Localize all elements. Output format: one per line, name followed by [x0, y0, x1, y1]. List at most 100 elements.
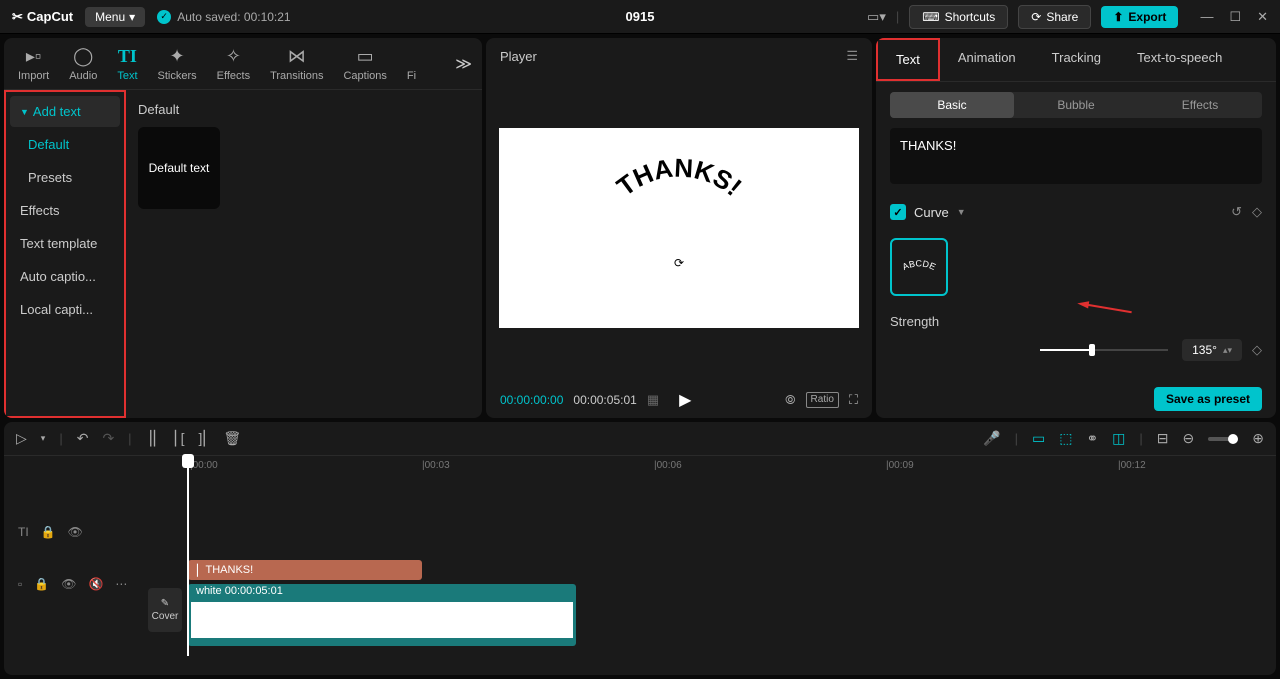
- timeline-ruler[interactable]: |00:00 |00:03 |00:06 |00:09 |00:12: [4, 456, 1276, 478]
- minimize-icon[interactable]: —: [1200, 9, 1213, 25]
- sub-tab-effects[interactable]: Effects: [1138, 92, 1262, 118]
- sidebar-auto-captions[interactable]: Auto captio...: [10, 261, 120, 292]
- more-icon[interactable]: ⋯: [115, 577, 127, 591]
- audio-icon: ◯: [73, 46, 93, 68]
- slider-thumb[interactable]: [1089, 344, 1095, 356]
- keyframe-icon[interactable]: ◇: [1252, 342, 1262, 358]
- eye-icon[interactable]: 👁: [61, 577, 76, 591]
- sidebar-presets[interactable]: Presets: [10, 162, 120, 193]
- shortcuts-button[interactable]: ⌨Shortcuts: [909, 5, 1008, 29]
- chevron-down-icon[interactable]: ▼: [957, 207, 966, 217]
- prop-tab-text[interactable]: Text: [876, 38, 940, 81]
- sub-tab-bubble[interactable]: Bubble: [1014, 92, 1138, 118]
- cover-button[interactable]: ✎ Cover: [148, 588, 182, 632]
- layout-icon[interactable]: ▭▾: [867, 9, 886, 25]
- sidebar-effects[interactable]: Effects: [10, 195, 120, 226]
- tab-transitions[interactable]: ⋈Transitions: [260, 40, 333, 88]
- sidebar-local-captions[interactable]: Local capti...: [10, 294, 120, 325]
- curve-label: Curve: [914, 205, 949, 220]
- eye-icon[interactable]: 👁: [68, 525, 83, 539]
- tab-captions[interactable]: ▭Captions: [333, 40, 396, 88]
- stickers-icon: ✦: [170, 46, 185, 68]
- preview-icon[interactable]: ◫: [1112, 430, 1125, 447]
- tab-audio[interactable]: ◯Audio: [59, 40, 107, 88]
- autosave-status: ✓ Auto saved: 00:10:21: [157, 10, 290, 24]
- delete-tool[interactable]: 🗑: [223, 430, 241, 447]
- prop-tab-animation[interactable]: Animation: [940, 38, 1034, 81]
- split-left-tool[interactable]: ⎢[: [174, 430, 185, 447]
- app-logo: ✂CapCut: [12, 9, 73, 25]
- save-preset-button[interactable]: Save as preset: [1154, 387, 1262, 411]
- zoom-slider[interactable]: [1208, 437, 1238, 441]
- video-track-icon: ▫: [18, 577, 22, 591]
- ratio-button[interactable]: Ratio: [806, 392, 839, 408]
- sub-tab-basic[interactable]: Basic: [890, 92, 1014, 118]
- tab-filters[interactable]: Fi: [397, 40, 426, 88]
- prop-tab-tts[interactable]: Text-to-speech: [1119, 38, 1240, 81]
- snap-icon[interactable]: ⬚: [1059, 430, 1072, 447]
- library-header: Default: [138, 102, 470, 117]
- menu-button[interactable]: Menu▾: [85, 7, 145, 27]
- zoom-out-icon[interactable]: ⊟: [1157, 430, 1169, 447]
- text-icon: TI: [118, 46, 137, 68]
- tab-effects[interactable]: ✧Effects: [207, 40, 260, 88]
- player-canvas[interactable]: THANKS! ⟳: [499, 128, 859, 328]
- pointer-tool[interactable]: ▷: [16, 430, 27, 447]
- dropdown-icon[interactable]: ▾: [41, 433, 46, 444]
- effects-icon: ✧: [226, 46, 241, 68]
- sidebar-text-template[interactable]: Text template: [10, 228, 120, 259]
- tab-text[interactable]: TIText: [107, 40, 147, 88]
- mic-icon[interactable]: 🎤: [983, 430, 1000, 447]
- zoom-plus-icon[interactable]: ⊕: [1252, 430, 1264, 447]
- curve-style-preview[interactable]: ABCDE: [890, 238, 948, 296]
- timeline-video-clip[interactable]: white 00:00:05:01: [188, 584, 576, 646]
- angle-input[interactable]: 135°▴▾: [1182, 339, 1242, 361]
- hamburger-icon[interactable]: ☰: [846, 48, 858, 64]
- maximize-icon[interactable]: ☐: [1229, 9, 1241, 25]
- timecode-current: 00:00:00:00: [500, 393, 563, 407]
- stepper-icon[interactable]: ▴▾: [1223, 345, 1232, 356]
- magnetic-icon[interactable]: ▭: [1032, 430, 1045, 447]
- timeline-text-clip[interactable]: ⎢THANKS!: [188, 560, 422, 580]
- split-tool[interactable]: ⎥⎢: [146, 430, 160, 447]
- transitions-icon: ⋈: [288, 46, 306, 68]
- prop-tab-tracking[interactable]: Tracking: [1034, 38, 1119, 81]
- grid-icon[interactable]: ▦: [647, 392, 659, 408]
- import-icon: ▸▫: [26, 46, 41, 68]
- zoom-minus-icon[interactable]: ⊖: [1183, 430, 1195, 447]
- undo-icon[interactable]: ↺: [1231, 204, 1242, 220]
- tab-stickers[interactable]: ✦Stickers: [148, 40, 207, 88]
- focus-icon[interactable]: ⦾: [785, 392, 795, 408]
- sidebar-default[interactable]: Default: [10, 129, 120, 160]
- pencil-icon: ✎: [161, 598, 169, 609]
- library-default-text[interactable]: Default text: [138, 127, 220, 209]
- rotate-handle-icon[interactable]: ⟳: [674, 256, 684, 270]
- tabs-overflow-icon[interactable]: ≫: [449, 54, 478, 74]
- chevron-down-icon: ▾: [129, 10, 135, 24]
- curve-checkbox[interactable]: ✓: [890, 204, 906, 220]
- fullscreen-icon[interactable]: ⛶: [849, 392, 858, 408]
- playhead[interactable]: [187, 456, 189, 656]
- check-icon: ✓: [157, 10, 171, 24]
- redo-button[interactable]: ↷: [102, 430, 114, 447]
- export-button[interactable]: ⬆Export: [1101, 6, 1178, 28]
- project-title[interactable]: 0915: [626, 9, 655, 24]
- keyframe-icon[interactable]: ◇: [1252, 204, 1262, 220]
- lock-icon[interactable]: 🔒: [41, 525, 56, 539]
- close-icon[interactable]: ✕: [1257, 9, 1268, 25]
- lock-icon[interactable]: 🔒: [34, 577, 49, 591]
- text-content-input[interactable]: THANKS!: [890, 128, 1262, 184]
- tab-import[interactable]: ▸▫Import: [8, 40, 59, 88]
- split-right-tool[interactable]: ]⎢: [198, 430, 209, 447]
- strength-slider[interactable]: [1040, 349, 1168, 351]
- captions-icon: ▭: [357, 46, 374, 68]
- svg-text:ABCDE: ABCDE: [901, 258, 937, 272]
- play-button[interactable]: ▶: [679, 390, 691, 410]
- link-icon[interactable]: ⚭: [1086, 430, 1098, 447]
- mute-icon[interactable]: 🔇: [88, 577, 103, 591]
- canvas-text[interactable]: THANKS!: [589, 154, 769, 254]
- undo-button[interactable]: ↶: [77, 430, 89, 447]
- sidebar-add-text[interactable]: ▼Add text: [10, 96, 120, 127]
- keyboard-icon: ⌨: [922, 10, 939, 24]
- share-button[interactable]: ⟳Share: [1018, 5, 1091, 29]
